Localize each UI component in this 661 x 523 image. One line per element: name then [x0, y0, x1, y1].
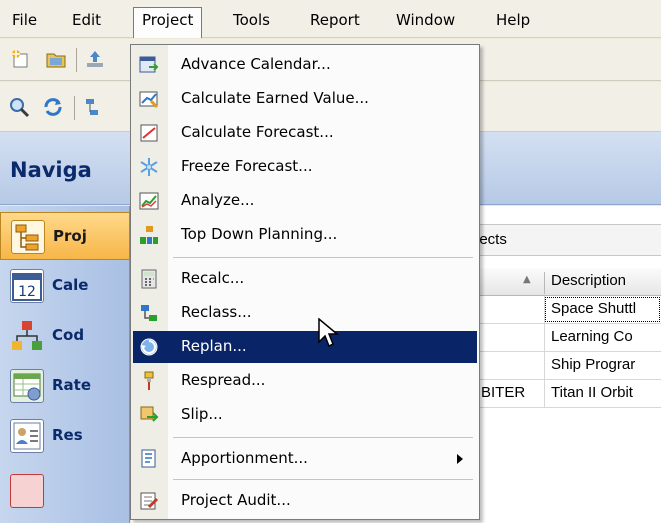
menu-item-label: Analyze...: [181, 191, 255, 209]
audit-icon: [139, 491, 159, 511]
sort-ascending-icon[interactable]: ▲: [523, 274, 531, 285]
cell-description[interactable]: Ship Prograr: [544, 352, 661, 379]
menu-report[interactable]: Report: [302, 8, 368, 34]
calendar-icon: 12: [10, 269, 44, 303]
nav-item-label: Proj: [53, 227, 87, 245]
menu-item-label: Calculate Earned Value...: [181, 89, 369, 107]
paintbrush-icon: [139, 371, 159, 391]
nav-item-calendars[interactable]: 12 Cale: [0, 262, 130, 310]
menu-item-label: Apportionment...: [181, 449, 308, 467]
nav-item-resources[interactable]: Res: [0, 412, 130, 460]
column-header-description[interactable]: Description: [544, 272, 626, 294]
calculator-icon: [139, 269, 159, 289]
menu-item-label: Replan...: [181, 337, 247, 355]
menu-item-label: Advance Calendar...: [181, 55, 331, 73]
replan-icon: [139, 337, 159, 357]
menu-bar: File Edit Project Tools Report Window He…: [0, 0, 661, 38]
menu-item-label: Respread...: [181, 371, 266, 389]
menu-item-label: Freeze Forecast...: [181, 157, 313, 175]
nav-item-label: Cod: [52, 326, 85, 344]
slip-icon: [139, 405, 159, 425]
toolbar-separator: [74, 96, 75, 120]
nav-item-codes[interactable]: Cod: [0, 312, 130, 360]
cell-code: BITER: [481, 384, 526, 401]
search-icon[interactable]: [8, 96, 30, 118]
calendar-day: 12: [18, 284, 36, 300]
forecast-icon: [139, 123, 159, 143]
menu-item-freeze-forecast[interactable]: Freeze Forecast...: [133, 151, 477, 183]
rate-table-icon: [10, 369, 44, 403]
menu-item-respread[interactable]: Respread...: [133, 365, 477, 397]
menu-item-label: Slip...: [181, 405, 223, 423]
cell-description[interactable]: Space Shuttl: [544, 296, 661, 323]
earned-value-icon: [139, 89, 159, 109]
menu-project[interactable]: Project: [133, 7, 203, 38]
new-project-icon[interactable]: [10, 48, 32, 70]
menu-item-label: Reclass...: [181, 303, 252, 321]
menu-item-advance-calendar[interactable]: Advance Calendar...: [133, 49, 477, 81]
menu-help[interactable]: Help: [488, 8, 538, 34]
analyze-chart-icon: [139, 191, 159, 211]
upload-icon[interactable]: [84, 48, 106, 70]
code-hierarchy-icon: [10, 319, 44, 353]
navigator-pane: Proj 12 Cale Cod Rate Res: [0, 206, 130, 523]
advance-calendar-icon: [139, 55, 159, 75]
mouse-cursor-icon: [318, 318, 340, 348]
resource-icon: [10, 419, 44, 453]
menu-item-recalc[interactable]: Recalc...: [133, 263, 477, 295]
navigator-title: Naviga: [10, 158, 92, 182]
apportionment-icon: [139, 449, 159, 469]
menu-item-calculate-forecast[interactable]: Calculate Forecast...: [133, 117, 477, 149]
submenu-arrow-icon: [457, 454, 463, 464]
menu-item-label: Top Down Planning...: [181, 225, 338, 243]
menu-item-analyze[interactable]: Analyze...: [133, 185, 477, 217]
menu-item-replan[interactable]: Replan...: [133, 331, 477, 363]
snowflake-icon: [139, 157, 159, 177]
menu-item-label: Calculate Forecast...: [181, 123, 334, 141]
menu-window[interactable]: Window: [388, 8, 463, 34]
menu-item-slip[interactable]: Slip...: [133, 399, 477, 431]
menu-item-label: Recalc...: [181, 269, 245, 287]
open-folder-icon[interactable]: [45, 48, 67, 70]
reclass-icon: [139, 303, 159, 323]
menu-item-project-audit[interactable]: Project Audit...: [133, 485, 477, 517]
hierarchy-icon[interactable]: [82, 96, 104, 118]
menu-file[interactable]: File: [4, 8, 45, 34]
nav-item-rates[interactable]: Rate: [0, 362, 130, 410]
top-down-planning-icon: [139, 225, 159, 245]
menu-separator: [173, 437, 473, 438]
nav-item-label: Cale: [52, 276, 89, 294]
nav-item-projects[interactable]: Proj: [0, 212, 130, 260]
nav-item-more[interactable]: [0, 462, 130, 508]
cell-description[interactable]: Learning Co: [544, 324, 661, 351]
menu-separator: [173, 479, 473, 480]
project-menu: Advance Calendar... Calculate Earned Val…: [130, 44, 480, 520]
menu-item-top-down-planning[interactable]: Top Down Planning...: [133, 219, 477, 251]
project-tree-icon: [11, 220, 45, 254]
nav-item-label: Rate: [52, 376, 92, 394]
menu-item-apportionment[interactable]: Apportionment...: [133, 443, 477, 475]
menu-item-reclass[interactable]: Reclass...: [133, 297, 477, 329]
menu-tools[interactable]: Tools: [225, 8, 278, 34]
menu-item-calculate-earned-value[interactable]: Calculate Earned Value...: [133, 83, 477, 115]
alert-icon: [10, 474, 44, 508]
menu-separator: [173, 257, 473, 258]
menu-item-label: Project Audit...: [181, 491, 291, 509]
filter-text: jects: [476, 231, 507, 248]
cell-description[interactable]: Titan II Orbit: [544, 380, 661, 407]
toolbar-separator: [76, 48, 77, 72]
nav-item-label: Res: [52, 426, 83, 444]
refresh-icon[interactable]: [42, 96, 64, 118]
menu-edit[interactable]: Edit: [64, 8, 109, 34]
